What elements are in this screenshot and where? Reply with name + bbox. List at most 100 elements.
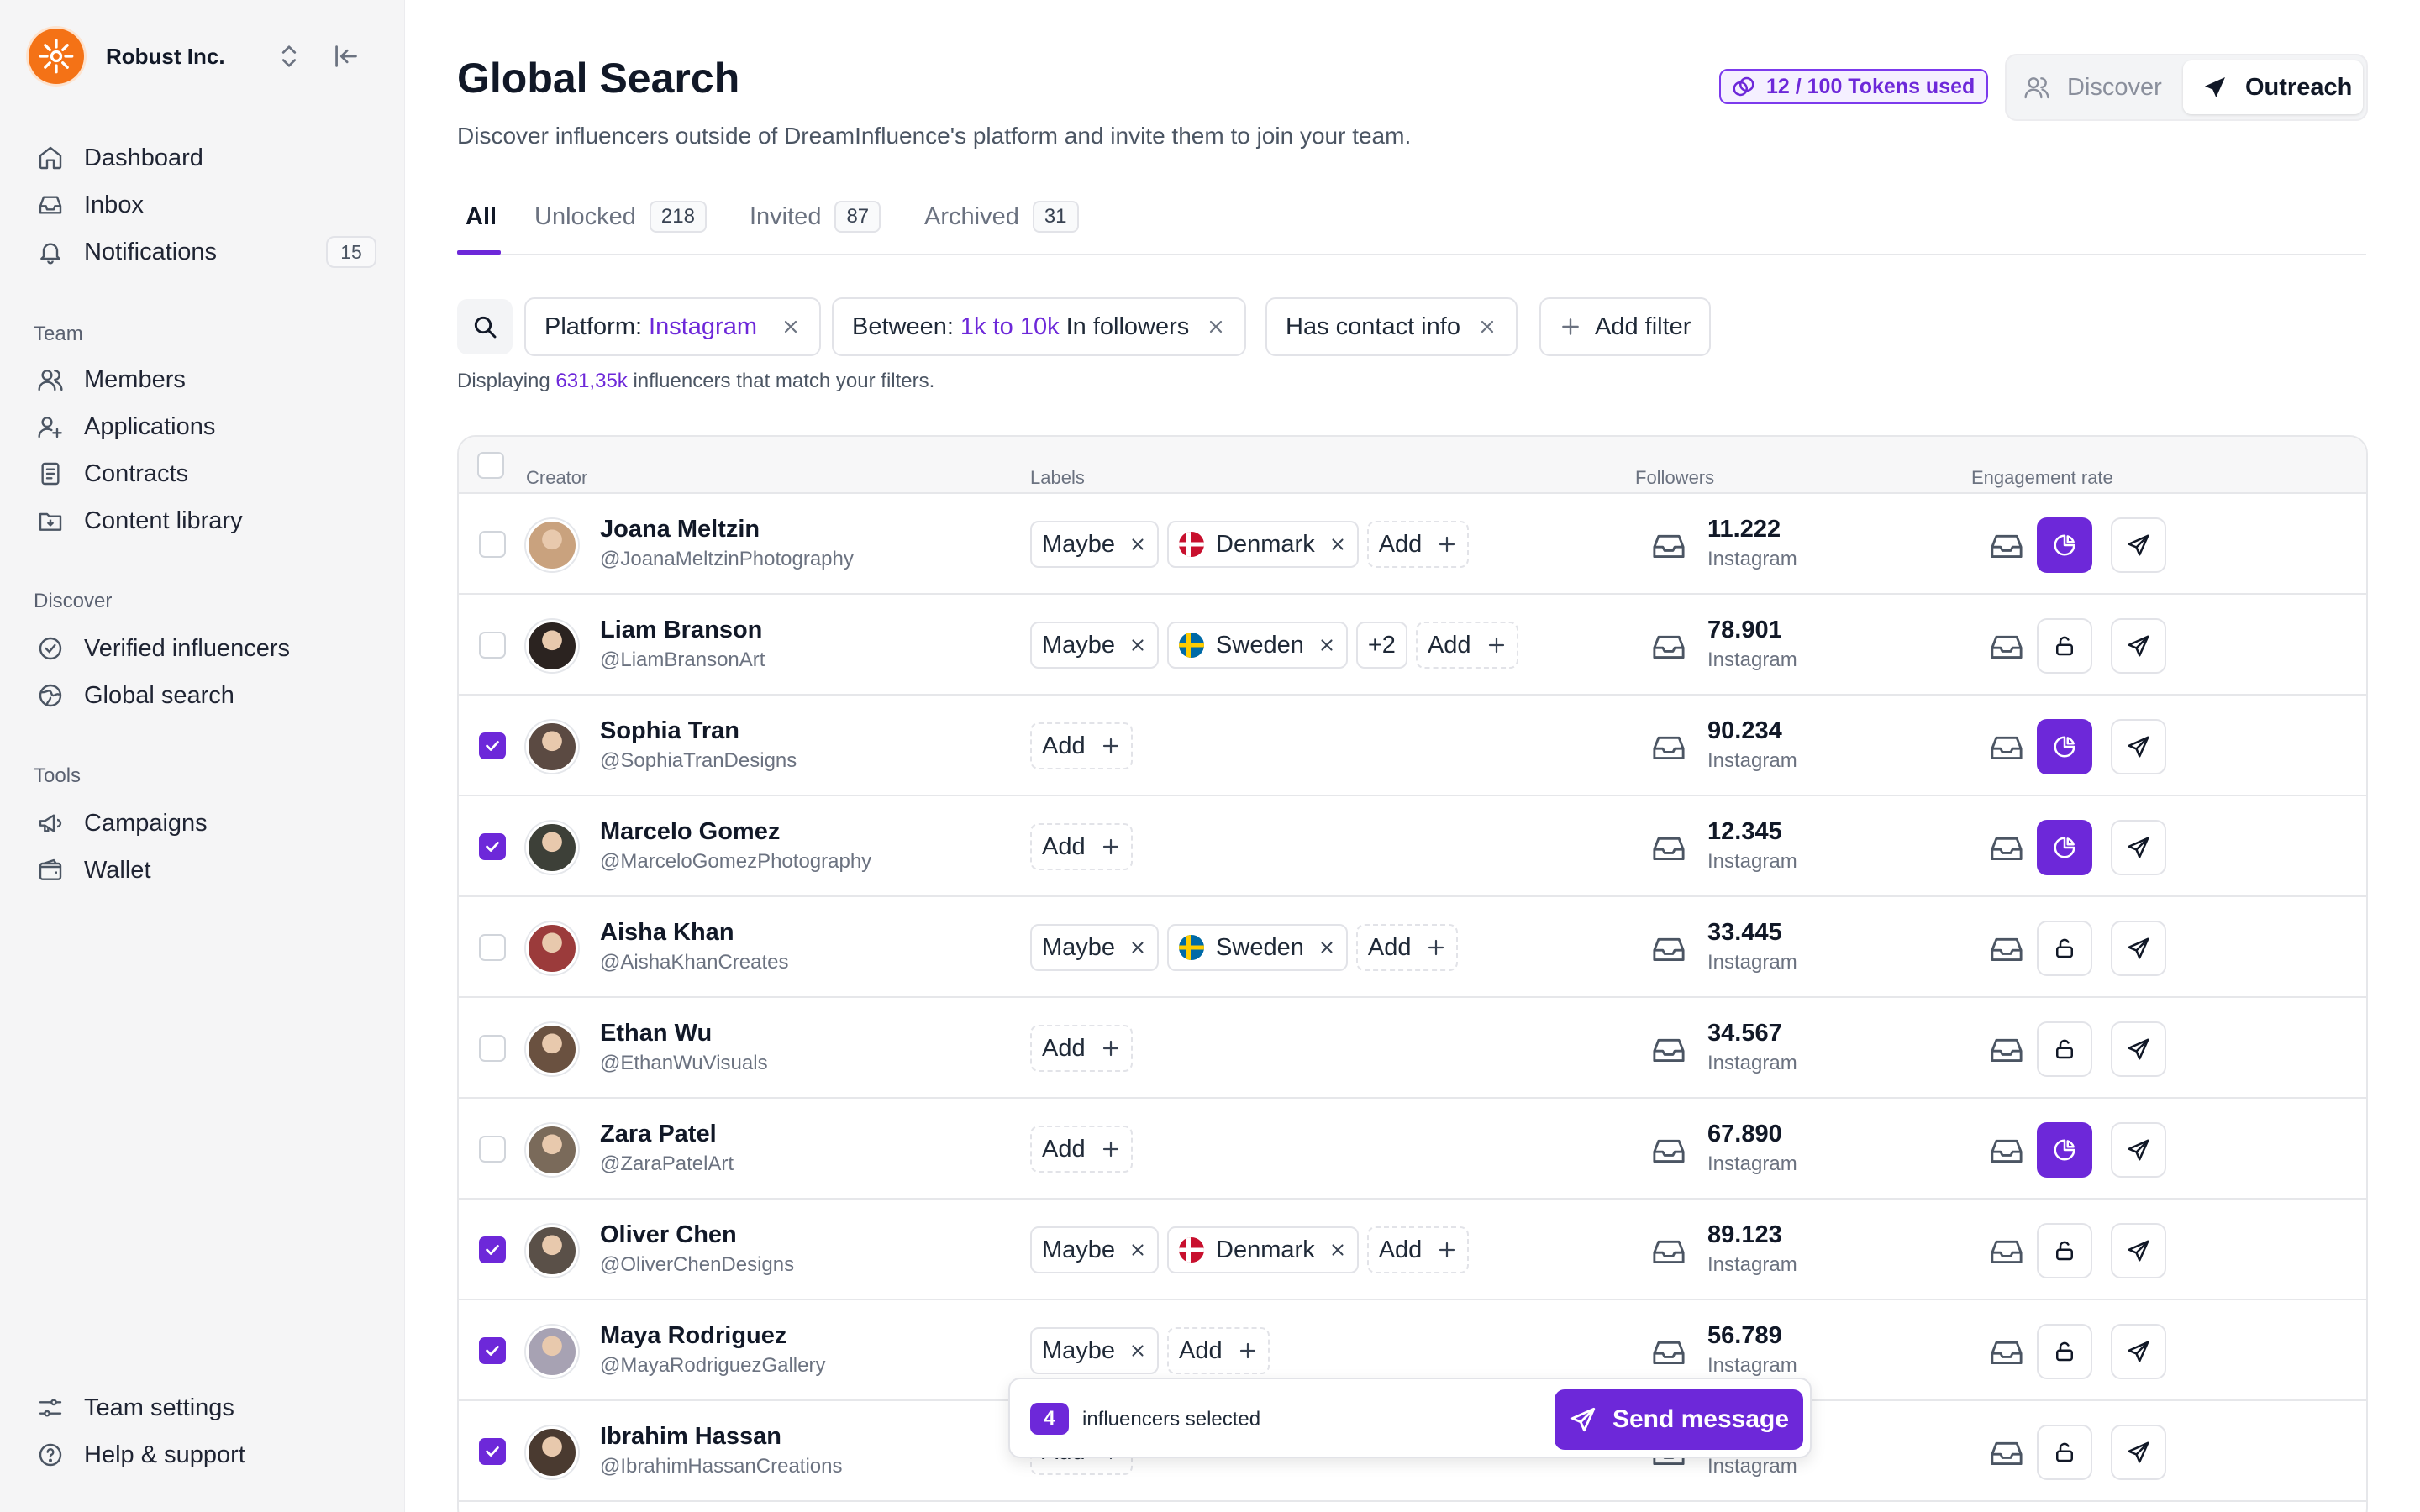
- sidebar-item-team-settings[interactable]: Team settings: [37, 1389, 234, 1426]
- row-checkbox[interactable]: [479, 934, 506, 961]
- close-icon[interactable]: [1128, 938, 1147, 957]
- close-icon[interactable]: [1128, 1241, 1147, 1259]
- send-outreach-button[interactable]: [2111, 1223, 2166, 1278]
- send-outreach-button[interactable]: [2111, 618, 2166, 674]
- sidebar-item-members[interactable]: Members: [37, 361, 186, 398]
- creator-name[interactable]: Zara Patel: [600, 1121, 717, 1148]
- avatar[interactable]: [526, 1326, 578, 1378]
- table-row[interactable]: Liam Branson @LiamBransonArt Maybe Sweden +2…: [459, 595, 2366, 696]
- label-chip[interactable]: Maybe: [1030, 622, 1160, 669]
- creator-name[interactable]: Oliver Chen: [600, 1221, 737, 1249]
- row-checkbox[interactable]: [479, 632, 506, 659]
- label-chip[interactable]: Sweden: [1167, 924, 1348, 971]
- chevron-up-down-icon[interactable]: [277, 42, 301, 71]
- analytics-button[interactable]: [2037, 719, 2092, 774]
- creator-name[interactable]: Ethan Wu: [600, 1020, 712, 1047]
- collapse-sidebar-icon[interactable]: [333, 42, 360, 71]
- send-outreach-button[interactable]: [2111, 1425, 2166, 1480]
- add-label-button[interactable]: Add: [1415, 622, 1518, 669]
- table-row[interactable]: Marcelo Gomez @MarceloGomezPhotography Add…: [459, 796, 2366, 897]
- label-more-chip[interactable]: +2: [1355, 622, 1407, 669]
- label-chip[interactable]: Maybe: [1030, 924, 1160, 971]
- creator-name[interactable]: Joana Meltzin: [600, 516, 760, 543]
- analytics-button[interactable]: [2037, 820, 2092, 875]
- unlock-button[interactable]: [2037, 921, 2092, 976]
- sidebar-item-applications[interactable]: Applications: [37, 408, 215, 445]
- row-checkbox[interactable]: [479, 1438, 506, 1465]
- close-icon[interactable]: [1477, 317, 1497, 337]
- search-button[interactable]: [457, 299, 513, 354]
- row-checkbox[interactable]: [479, 1337, 506, 1364]
- analytics-button[interactable]: [2037, 517, 2092, 573]
- sidebar-item-inbox[interactable]: Inbox: [37, 186, 144, 223]
- sidebar-item-wallet[interactable]: Wallet: [37, 852, 151, 889]
- tab-invited[interactable]: Invited 87: [750, 198, 881, 235]
- row-checkbox[interactable]: [479, 531, 506, 558]
- send-outreach-button[interactable]: [2111, 921, 2166, 976]
- unlock-button[interactable]: [2037, 1425, 2092, 1480]
- row-checkbox[interactable]: [479, 833, 506, 860]
- mode-outreach-button[interactable]: Outreach: [2183, 60, 2363, 114]
- send-outreach-button[interactable]: [2111, 719, 2166, 774]
- table-row[interactable]: Sophia Tran @SophiaTranDesigns Add 90.234 In…: [459, 696, 2366, 796]
- send-outreach-button[interactable]: [2111, 1324, 2166, 1379]
- tab-unlocked[interactable]: Unlocked 218: [534, 198, 707, 235]
- column-followers[interactable]: Followers: [1635, 467, 1714, 489]
- close-icon[interactable]: [1328, 535, 1347, 554]
- label-chip[interactable]: Maybe: [1030, 1226, 1160, 1273]
- avatar[interactable]: [526, 1023, 578, 1075]
- filter-platform[interactable]: Platform: Instagram: [524, 297, 821, 356]
- table-row[interactable]: Ethan Wu @EthanWuVisuals Add 34.567 Instagra…: [459, 998, 2366, 1099]
- sidebar-item-campaigns[interactable]: Campaigns: [37, 805, 208, 842]
- avatar[interactable]: [526, 620, 578, 672]
- close-icon[interactable]: [1318, 636, 1336, 654]
- mode-discover-button[interactable]: Discover: [2023, 60, 2162, 114]
- avatar[interactable]: [526, 1225, 578, 1277]
- close-icon[interactable]: [781, 317, 801, 337]
- close-icon[interactable]: [1128, 636, 1147, 654]
- send-outreach-button[interactable]: [2111, 820, 2166, 875]
- unlock-button[interactable]: [2037, 1324, 2092, 1379]
- send-outreach-button[interactable]: [2111, 517, 2166, 573]
- unlock-button[interactable]: [2037, 618, 2092, 674]
- send-outreach-button[interactable]: [2111, 1021, 2166, 1077]
- add-label-button[interactable]: Add: [1030, 722, 1133, 769]
- avatar[interactable]: [526, 922, 578, 974]
- table-row[interactable]: Zara Patel @ZaraPatelArt Add 67.890 Instagra…: [459, 1099, 2366, 1200]
- sidebar-item-content-library[interactable]: Content library: [37, 502, 243, 539]
- select-all-checkbox[interactable]: [477, 452, 504, 479]
- analytics-button[interactable]: [2037, 1122, 2092, 1178]
- close-icon[interactable]: [1328, 1241, 1347, 1259]
- table-row[interactable]: Joana Meltzin @JoanaMeltzinPhotography May…: [459, 494, 2366, 595]
- add-filter-button[interactable]: Add filter: [1539, 297, 1712, 356]
- avatar[interactable]: [526, 721, 578, 773]
- add-label-button[interactable]: Add: [1030, 823, 1133, 870]
- creator-name[interactable]: Sophia Tran: [600, 717, 739, 745]
- sidebar-item-notifications[interactable]: Notifications: [37, 234, 217, 270]
- row-checkbox[interactable]: [479, 1136, 506, 1163]
- close-icon[interactable]: [1128, 535, 1147, 554]
- tab-archived[interactable]: Archived 31: [924, 198, 1079, 235]
- label-chip[interactable]: Sweden: [1167, 622, 1348, 669]
- add-label-button[interactable]: Add: [1030, 1126, 1133, 1173]
- column-engagement[interactable]: Engagement rate: [1971, 467, 2113, 489]
- creator-name[interactable]: Aisha Khan: [600, 919, 734, 947]
- tab-all[interactable]: All: [466, 198, 497, 235]
- column-labels[interactable]: Labels: [1030, 467, 1085, 489]
- sidebar-item-dashboard[interactable]: Dashboard: [37, 139, 203, 176]
- brand[interactable]: Robust Inc.: [29, 29, 225, 84]
- label-chip[interactable]: Maybe: [1030, 521, 1160, 568]
- sidebar-item-contracts[interactable]: Contracts: [37, 455, 188, 492]
- add-label-button[interactable]: Add: [1366, 1226, 1470, 1273]
- add-label-button[interactable]: Add: [1366, 521, 1470, 568]
- send-message-button[interactable]: Send message: [1555, 1389, 1803, 1450]
- creator-name[interactable]: Marcelo Gomez: [600, 818, 780, 846]
- add-label-button[interactable]: Add: [1167, 1327, 1270, 1374]
- filter-contact-info[interactable]: Has contact info: [1265, 297, 1518, 356]
- label-chip[interactable]: Maybe: [1030, 1327, 1160, 1374]
- label-chip[interactable]: Denmark: [1167, 1226, 1359, 1273]
- creator-name[interactable]: Liam Branson: [600, 617, 762, 644]
- unlock-button[interactable]: [2037, 1223, 2092, 1278]
- add-label-button[interactable]: Add: [1355, 924, 1459, 971]
- label-chip[interactable]: Denmark: [1167, 521, 1359, 568]
